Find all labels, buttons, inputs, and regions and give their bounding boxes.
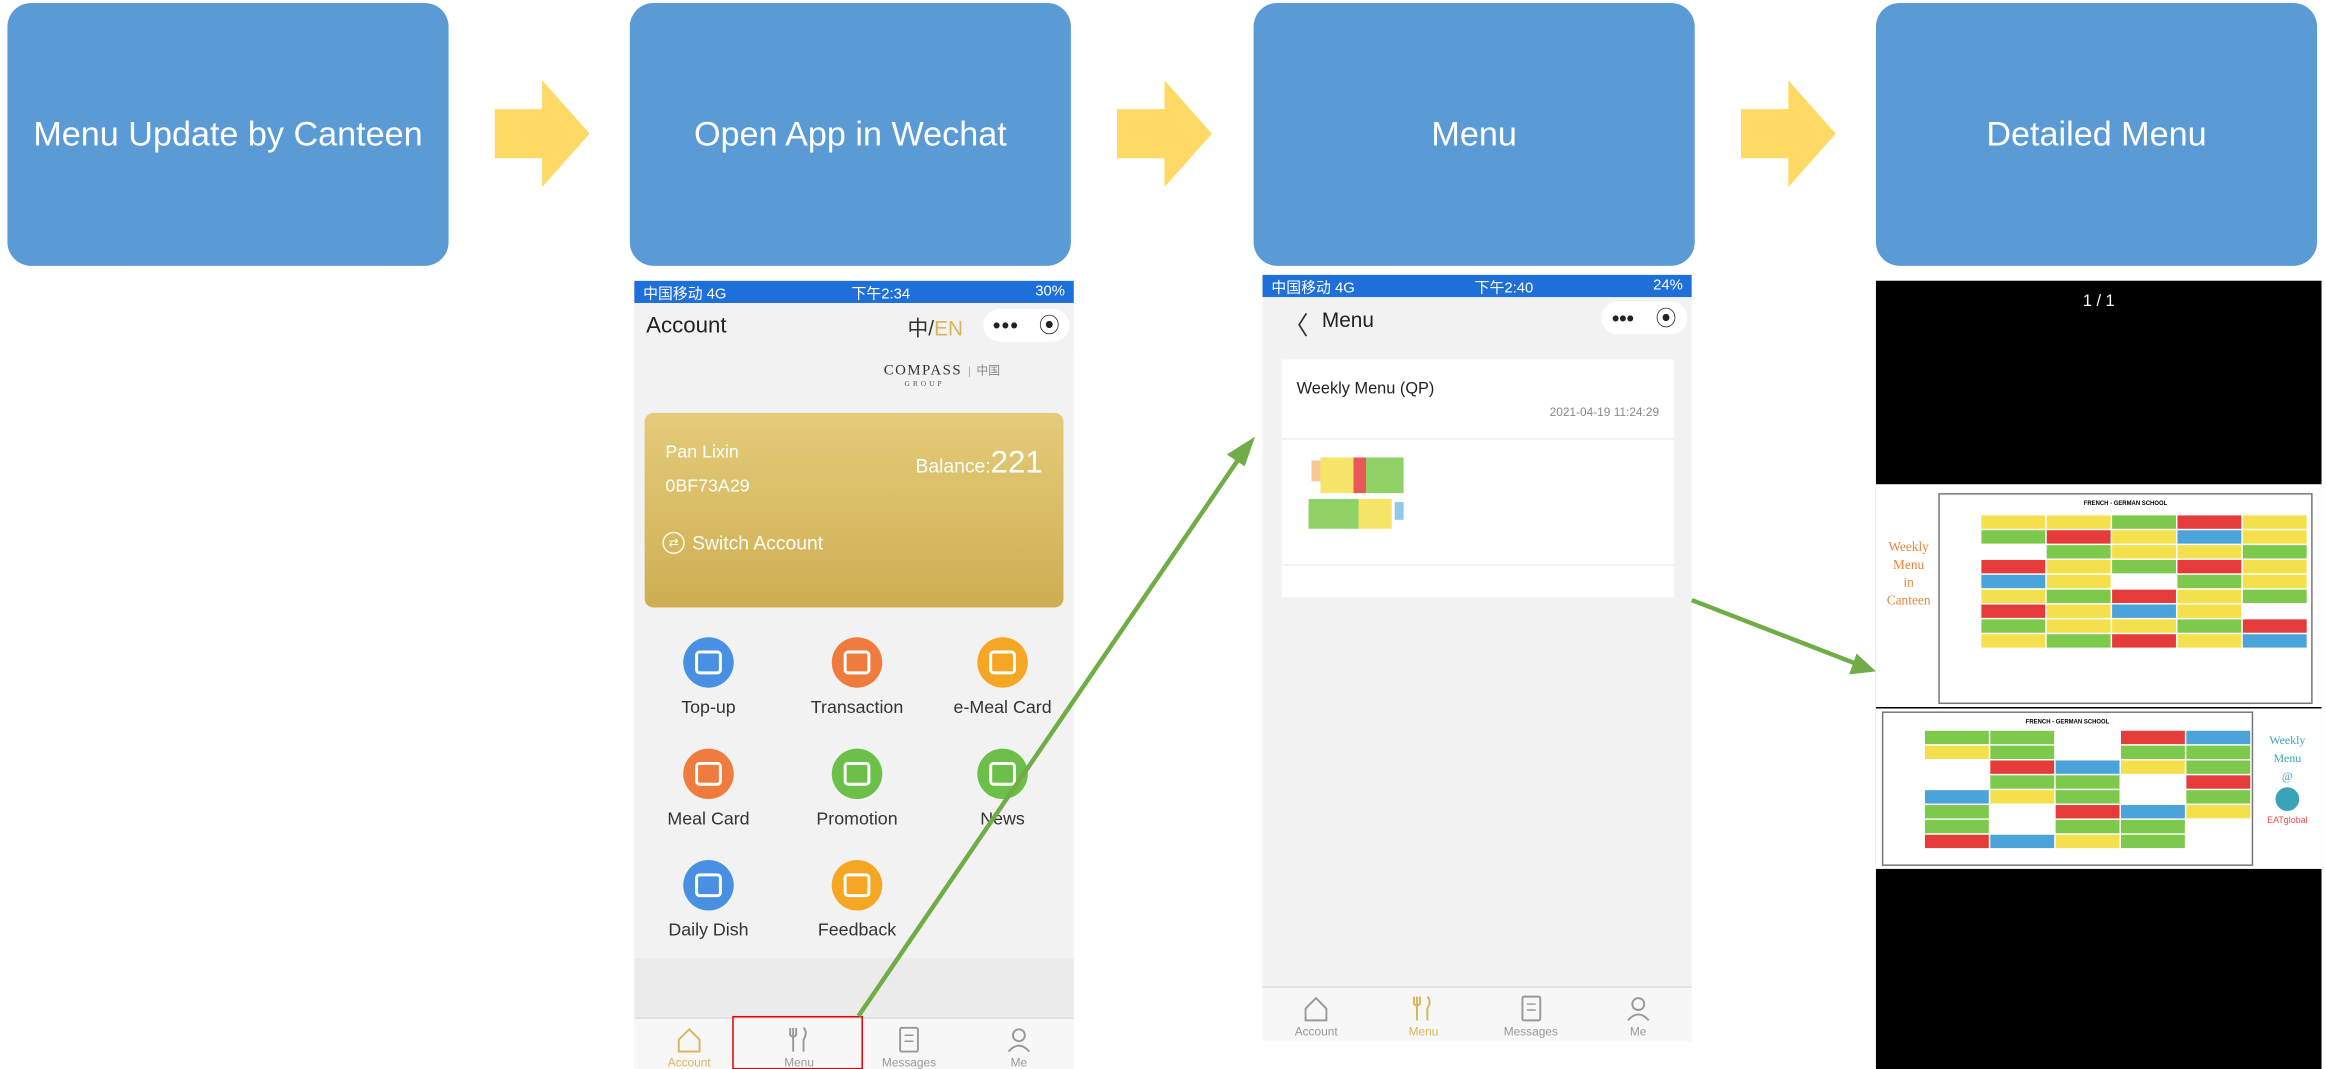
- flow-diagram: Menu Update by Canteen Open App in Wecha…: [0, 0, 2326, 1069]
- arrow-head-to-menu: [1226, 436, 1256, 467]
- arrow-head-to-detail: [1849, 653, 1876, 675]
- flow-arrows: [856, 436, 1876, 1018]
